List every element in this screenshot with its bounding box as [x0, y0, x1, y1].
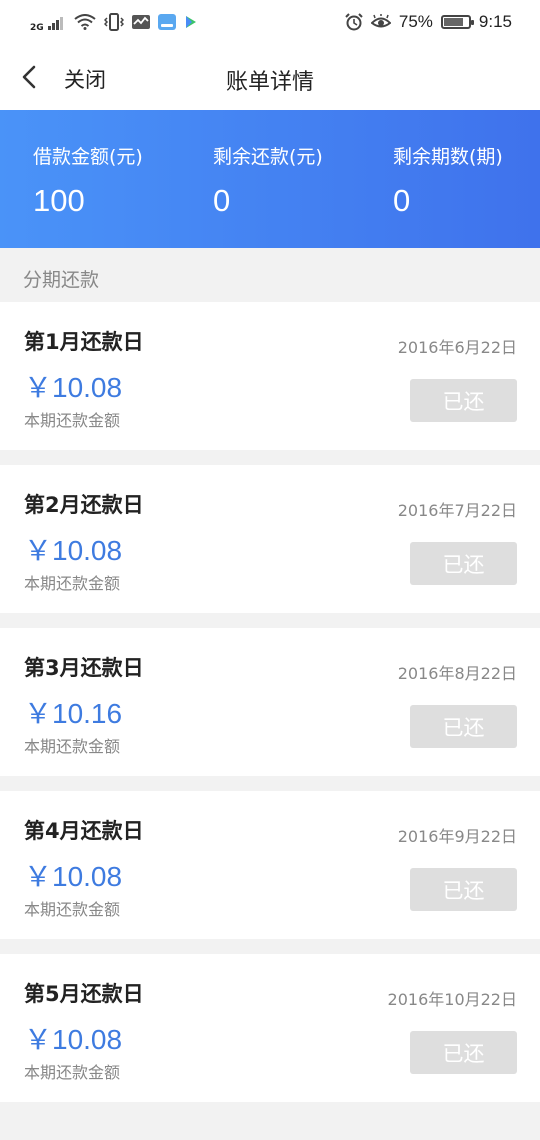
installment-item: 第1月还款日 2016年6月22日 ￥10.08 本期还款金额 已还 [0, 302, 540, 450]
installment-date: 2016年8月22日 [397, 664, 517, 683]
signal-icon [47, 14, 66, 30]
paid-status-button[interactable]: 已还 [410, 1031, 517, 1074]
installment-date: 2016年7月22日 [397, 501, 517, 520]
installment-amount-label: 本期还款金额 [24, 737, 121, 756]
paid-status-button[interactable]: 已还 [410, 542, 517, 585]
remaining-periods-block: 剩余期数(期) 0 [393, 142, 503, 219]
play-store-icon [184, 15, 198, 29]
battery-icon [440, 15, 474, 29]
remaining-periods-value: 0 [393, 183, 411, 218]
clock: 9:15 [478, 12, 512, 31]
installment-list: 第1月还款日 2016年6月22日 ￥10.08 本期还款金额 已还 第2月还款… [0, 302, 540, 1117]
installment-title: 第5月还款日 [24, 982, 144, 1006]
installment-date: 2016年10月22日 [387, 990, 517, 1009]
status-bar-right: 75% 9:15 [345, 12, 512, 32]
paid-status-button[interactable]: 已还 [410, 379, 517, 422]
network-type-label: 2G [30, 23, 44, 33]
paid-status-button[interactable]: 已还 [410, 705, 517, 748]
installment-amount-label: 本期还款金额 [24, 574, 121, 593]
wifi-icon [74, 14, 96, 30]
installment-amount-label: 本期还款金额 [24, 1063, 121, 1082]
activity-icon [131, 14, 150, 30]
remaining-amount-block: 剩余还款(元) 0 [213, 142, 323, 219]
status-bar: 2G 75% 9:15 [0, 0, 540, 44]
installment-date: 2016年9月22日 [397, 827, 517, 846]
vibrate-icon [103, 13, 124, 31]
installment-amount: ￥10.08 [24, 861, 123, 892]
loan-amount-value: 100 [33, 183, 85, 218]
installment-title: 第4月还款日 [24, 819, 144, 843]
loan-amount-label: 借款金额(元) [33, 146, 143, 168]
alarm-icon [345, 13, 363, 31]
installment-amount-label: 本期还款金额 [24, 411, 121, 430]
installment-amount: ￥10.16 [24, 698, 123, 729]
installment-title: 第1月还款日 [24, 330, 144, 354]
installment-item: 第2月还款日 2016年7月22日 ￥10.08 本期还款金额 已还 [0, 465, 540, 613]
installment-date: 2016年6月22日 [397, 338, 517, 357]
loan-amount-block: 借款金额(元) 100 [33, 142, 143, 219]
nav-bar: 关闭 账单详情 [0, 44, 540, 110]
installment-amount: ￥10.08 [24, 1024, 123, 1055]
installment-item: 第5月还款日 2016年10月22日 ￥10.08 本期还款金额 已还 [0, 954, 540, 1102]
remaining-amount-value: 0 [213, 183, 231, 218]
remaining-amount-label: 剩余还款(元) [213, 146, 323, 168]
installment-amount: ￥10.08 [24, 372, 123, 403]
eye-comfort-icon [370, 14, 391, 30]
remaining-periods-label: 剩余期数(期) [393, 146, 503, 168]
page-title: 账单详情 [225, 70, 314, 95]
status-bar-left: 2G [30, 11, 198, 33]
battery-percentage: 75% [398, 12, 433, 31]
paid-status-button[interactable]: 已还 [410, 868, 517, 911]
section-header: 分期还款 [0, 248, 540, 302]
installment-title: 第2月还款日 [24, 493, 144, 517]
loan-summary-banner: 借款金额(元) 100 剩余还款(元) 0 剩余期数(期) 0 [0, 110, 540, 248]
installment-amount: ￥10.08 [24, 535, 123, 566]
installment-item: 第3月还款日 2016年8月22日 ￥10.16 本期还款金额 已还 [0, 628, 540, 776]
installment-amount-label: 本期还款金额 [24, 900, 121, 919]
app-notification-icon [157, 14, 176, 30]
battery-fill [443, 18, 464, 26]
installment-item: 第4月还款日 2016年9月22日 ￥10.08 本期还款金额 已还 [0, 791, 540, 939]
installment-title: 第3月还款日 [24, 656, 144, 680]
